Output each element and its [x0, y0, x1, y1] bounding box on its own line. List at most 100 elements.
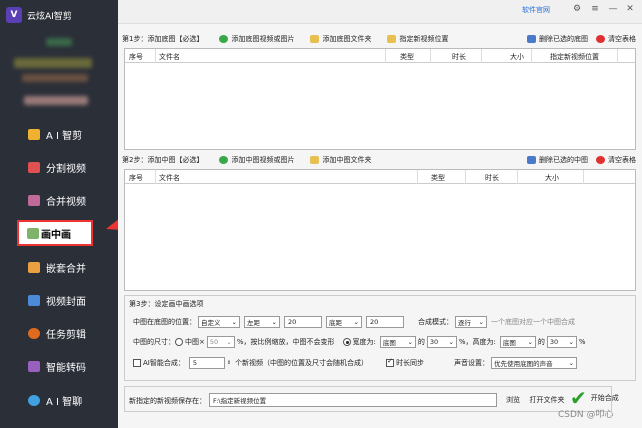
delete-selected-overlay-button[interactable]: 删除已选的中图 — [527, 155, 588, 165]
overlay-table[interactable]: 序号 文件名 类型 时长 大小 — [124, 169, 636, 291]
horizontal-anchor-select[interactable]: 左距 ⌄ — [244, 316, 280, 328]
col-sep — [583, 170, 584, 184]
base-table[interactable]: 序号 文件名 类型 时长 大小 指定新视频位置 — [124, 48, 636, 150]
width-label: 宽度为: — [352, 338, 376, 346]
scale-percent-select[interactable]: 50 ⌄ — [206, 336, 235, 348]
height-label: %，高度为: — [458, 338, 496, 346]
col-sep — [481, 49, 482, 63]
blend-hint: 一个底图对应一个中图合成 — [491, 318, 575, 326]
stepper-icon[interactable]: ⇕ — [227, 360, 231, 366]
height-value-select[interactable]: 30 ⌄ — [546, 336, 577, 348]
merge-video-icon — [28, 194, 40, 206]
position-mode-select[interactable]: 自定义 ⌄ — [198, 316, 240, 328]
step2-toolbar: 第2步：添加中图【必选】 添加中图视频或图片 添加中图文件夹 删除已选的中图 清… — [122, 153, 636, 167]
col-filename: 文件名 — [159, 174, 180, 182]
task-edit-icon — [28, 327, 40, 339]
ai-cut-icon — [28, 128, 40, 140]
chevron-down-icon: ⌄ — [478, 318, 484, 326]
menu-icon[interactable]: ≡ — [588, 3, 602, 15]
col-sep — [465, 170, 466, 184]
select-value: 30 — [549, 338, 559, 346]
chevron-down-icon: ⌄ — [407, 338, 413, 346]
vertical-value-input[interactable]: 20 — [366, 316, 404, 328]
ai-count-input[interactable]: 5 — [188, 357, 225, 369]
top-bar: 软件官网 ⚙ ≡ — ✕ — [118, 0, 642, 24]
delete-selected-base-button[interactable]: 删除已选的底图 — [527, 34, 588, 44]
ai-label: AI智能合成： — [143, 359, 185, 367]
chevron-down-icon: ⌄ — [568, 338, 574, 346]
nav-label: A I 智剪 — [46, 130, 83, 142]
width-ref-select[interactable]: 底图 ⌄ — [379, 336, 416, 348]
button-label: 删除已选的中图 — [539, 156, 588, 164]
nav-ai-chat[interactable]: A I 智聊 — [0, 387, 118, 413]
col-filename: 文件名 — [159, 53, 180, 61]
chevron-down-icon: ⌄ — [527, 338, 533, 346]
col-location: 指定新视频位置 — [550, 53, 599, 61]
ai-hint: 个新视频（中图的位置及尺寸会随机合成） — [235, 359, 369, 367]
nav-label: 分割视频 — [46, 163, 86, 175]
base-table-header: 序号 文件名 类型 时长 大小 指定新视频位置 — [125, 49, 635, 63]
blurred-avatar — [46, 38, 72, 46]
nav-video-cover[interactable]: 视频封面 — [0, 287, 118, 313]
select-value: 底距 — [329, 319, 342, 327]
app-header: V 云炫AI智剪 — [0, 0, 118, 30]
chevron-down-icon: ⌄ — [271, 318, 277, 326]
nav-split-video[interactable]: 分割视频 — [0, 154, 118, 180]
nav-task-edit[interactable]: 任务剪辑 — [0, 320, 118, 346]
nested-merge-icon — [28, 261, 40, 273]
col-sep — [531, 49, 532, 63]
of-label: 的 — [537, 338, 545, 346]
sync-label: 时长同步 — [396, 359, 425, 367]
select-value: 底图 — [502, 339, 516, 347]
minimize-icon[interactable]: — — [606, 3, 620, 15]
audio-select[interactable]: 优先使用底图的声音 ⌄ — [491, 357, 578, 369]
size-label: 中图的尺寸： — [133, 338, 175, 346]
size-custom-radio[interactable] — [342, 338, 351, 346]
save-path-input[interactable]: F:\指定新视频位置 — [209, 393, 497, 407]
step1-toolbar: 第1步：添加底图【必选】 添加底图视频或图片 添加底图文件夹 指定新视频位置 删… — [122, 32, 636, 46]
size-scale-radio[interactable] — [175, 338, 183, 346]
nav-ai-cut[interactable]: A I 智剪 — [0, 121, 118, 147]
smart-transcode-icon — [28, 360, 40, 372]
add-overlay-files-button[interactable]: 添加中图视频或图片 — [219, 155, 294, 165]
app-logo-icon: V — [6, 7, 22, 23]
add-base-folder-button[interactable]: 添加底图文件夹 — [310, 34, 371, 44]
folder-icon — [387, 35, 397, 43]
button-label: 指定新视频位置 — [399, 35, 449, 43]
vertical-anchor-select[interactable]: 底距 ⌄ — [326, 316, 362, 328]
add-base-files-button[interactable]: 添加底图视频或图片 — [219, 34, 294, 44]
clear-icon — [596, 156, 605, 164]
settings-icon[interactable]: ⚙ — [570, 3, 584, 15]
select-value: 自定义 — [201, 319, 221, 327]
clear-table-button-1[interactable]: 清空表格 — [596, 34, 636, 44]
height-ref-select[interactable]: 底图 ⌄ — [499, 336, 536, 348]
main-panel: 软件官网 ⚙ ≡ — ✕ 第1步：添加底图【必选】 添加底图视频或图片 添加底图… — [118, 0, 642, 428]
nav-picture-in-picture[interactable]: 画中画 — [17, 220, 93, 246]
nav-nested-merge[interactable]: 嵌套合并 — [0, 254, 118, 280]
nav-label: 任务剪辑 — [46, 329, 86, 341]
nav-smart-transcode[interactable]: 智能转码 — [0, 353, 118, 379]
select-value: 左距 — [247, 319, 260, 327]
add-icon — [219, 35, 229, 43]
nav-label: 画中画 — [41, 229, 71, 241]
width-value-select[interactable]: 30 ⌄ — [426, 336, 457, 348]
blurred-user-info — [14, 58, 92, 68]
save-label: 新指定的新视频保存在： — [129, 397, 206, 405]
close-icon[interactable]: ✕ — [623, 3, 637, 15]
add-overlay-folder-button[interactable]: 添加中图文件夹 — [310, 155, 371, 165]
duration-sync-checkbox[interactable] — [386, 359, 395, 367]
official-site-link[interactable]: 软件官网 — [522, 5, 550, 15]
horizontal-value-input[interactable]: 20 — [284, 316, 322, 328]
col-sep — [385, 49, 386, 63]
open-folder-button[interactable]: 打开文件夹 — [527, 394, 567, 406]
set-location-button[interactable]: 指定新视频位置 — [387, 34, 448, 44]
browse-button[interactable]: 浏览 — [503, 394, 523, 406]
step2-title: 第2步：添加中图【必选】 — [122, 156, 204, 164]
save-location-panel: 新指定的新视频保存在： F:\指定新视频位置 浏览 打开文件夹 — [124, 386, 612, 412]
clear-table-button-2[interactable]: 清空表格 — [596, 155, 636, 165]
size-scale-hint: %，按比例缩放，中图不会变形 — [236, 338, 335, 346]
button-label: 添加中图视频或图片 — [231, 156, 295, 164]
button-label: 添加底图文件夹 — [322, 35, 372, 43]
ai-compose-checkbox[interactable] — [133, 359, 141, 367]
blend-mode-select[interactable]: 逐行 ⌄ — [455, 316, 487, 328]
